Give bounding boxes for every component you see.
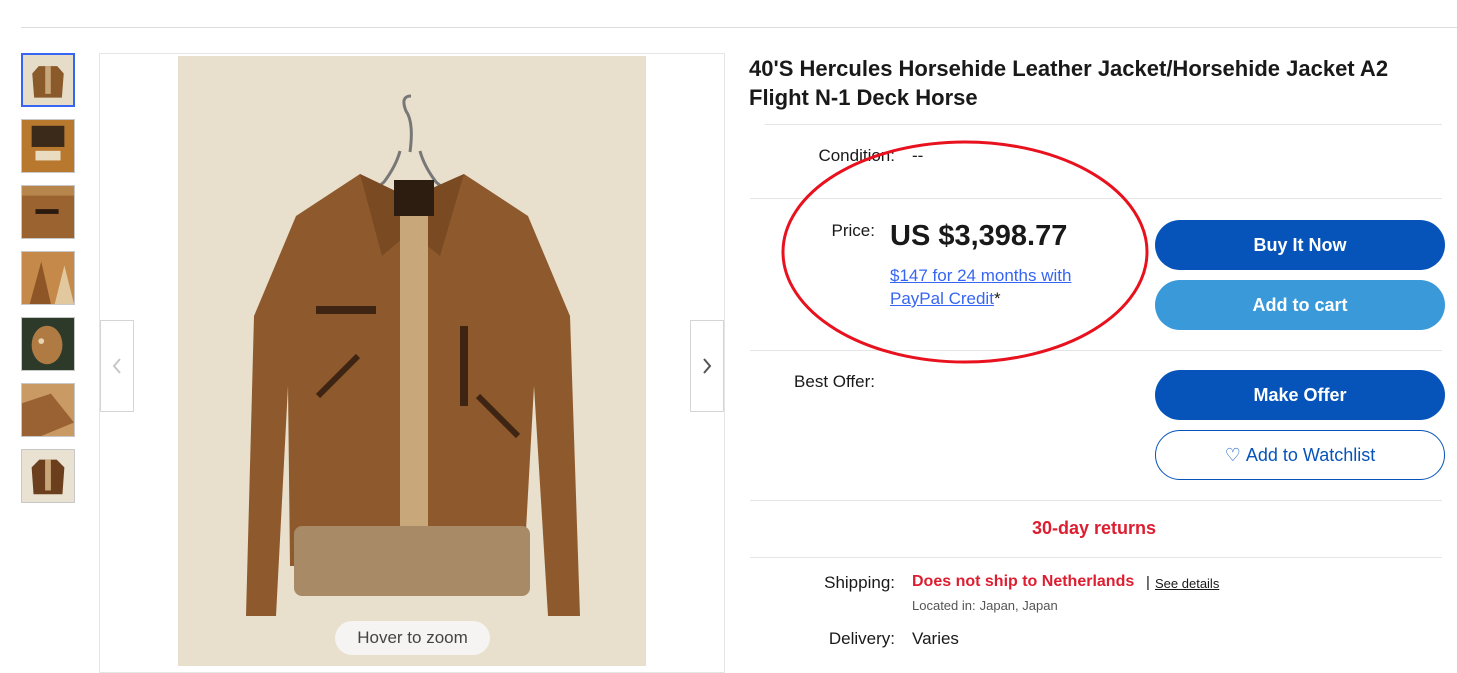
thumbnail-1[interactable] <box>21 53 75 107</box>
item-location: Located in: Japan, Japan <box>912 598 1062 613</box>
chevron-left-icon <box>112 358 121 374</box>
main-product-image[interactable] <box>178 56 646 666</box>
delivery-value: Varies <box>912 629 959 648</box>
watchlist-label: Add to Watchlist <box>1245 444 1376 465</box>
top-divider <box>21 27 1457 28</box>
thumbnail-3[interactable] <box>21 185 75 239</box>
thumbnail-2[interactable] <box>21 119 75 173</box>
thumbnail-7[interactable] <box>21 449 75 503</box>
thumbnail-4[interactable] <box>21 251 75 305</box>
title-divider <box>765 124 1442 125</box>
shipping-warning: Does not ship to Netherlands <box>912 573 1135 590</box>
add-to-cart-button[interactable]: Add to cart <box>1155 280 1445 330</box>
make-offer-button[interactable]: Make Offer <box>1155 370 1445 420</box>
offer-divider <box>750 500 1442 501</box>
chevron-right-icon <box>703 358 712 374</box>
product-title: 40'S Hercules Horsehide Leather Jacket/H… <box>749 56 1389 110</box>
thumbnail-6[interactable] <box>21 383 75 437</box>
returns-divider <box>750 557 1442 558</box>
previous-image-button[interactable] <box>100 320 134 412</box>
see-details-link[interactable]: See details <box>1155 576 1219 591</box>
best-offer-label: Best Offer: <box>794 372 875 391</box>
next-image-button[interactable] <box>690 320 724 412</box>
thumbnail-5[interactable] <box>21 317 75 371</box>
buy-it-now-button[interactable]: Buy It Now <box>1155 220 1445 270</box>
shipping-label: Shipping: <box>824 573 895 592</box>
add-to-watchlist-button[interactable]: ♡ Add to Watchlist <box>1155 430 1445 480</box>
delivery-label: Delivery: <box>828 629 895 648</box>
shipping-separator: | <box>1146 574 1150 591</box>
located-label: Located in: <box>912 598 976 613</box>
located-value: Japan, Japan <box>979 598 1058 613</box>
returns-policy: 30-day returns <box>1032 518 1157 538</box>
hover-to-zoom-hint: Hover to zoom <box>335 621 490 655</box>
heart-icon: ♡ <box>1224 444 1241 465</box>
price-annotation-circle <box>781 140 1149 364</box>
